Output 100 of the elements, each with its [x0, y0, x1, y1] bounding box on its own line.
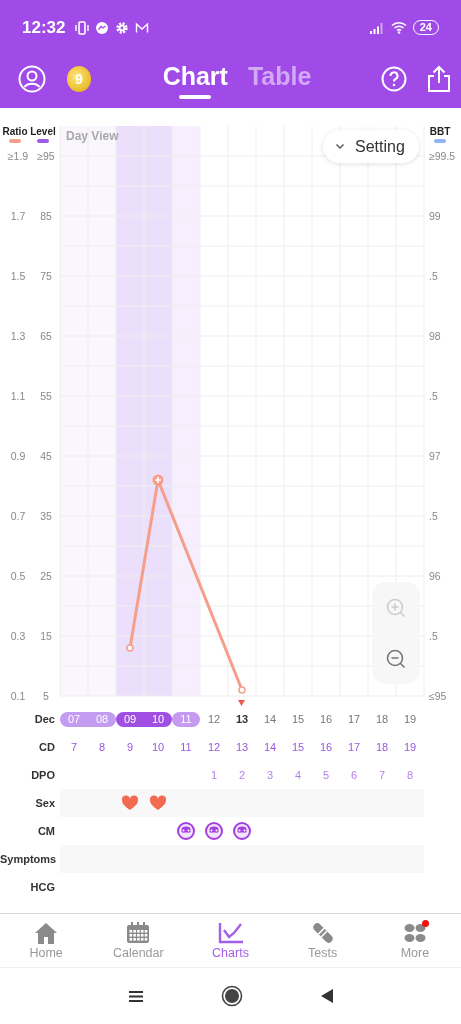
cycle-day: 12: [207, 741, 221, 753]
row-label: CM: [36, 825, 56, 837]
home-circle-icon[interactable]: [220, 985, 243, 1007]
calendar-icon: [126, 922, 151, 944]
nav-tab[interactable]: More: [368, 914, 461, 967]
back-icon[interactable]: [320, 989, 333, 1003]
axis-label: 0.5: [10, 570, 26, 582]
axis-label: 0.3: [10, 630, 26, 642]
date-label[interactable]: 11: [172, 711, 200, 727]
cycle-day: 16: [319, 741, 333, 753]
axis-label: ≤95: [429, 690, 447, 702]
axis-label: ≥99.5: [429, 150, 456, 162]
date-label[interactable]: 16: [312, 711, 340, 727]
view-tab[interactable]: Chart: [162, 58, 228, 99]
legend-label: Level: [30, 126, 56, 137]
axis-label: .5: [429, 630, 438, 642]
wifi-icon: [390, 21, 407, 34]
axis-label: 35: [40, 510, 52, 522]
date-label[interactable]: 18: [368, 711, 396, 727]
axis-label: 75: [40, 270, 52, 282]
dpo-value: 4: [294, 769, 302, 781]
axis-label: ≥1.9: [7, 150, 29, 162]
cycle-day: 7: [70, 741, 78, 753]
row-label: DPO: [30, 769, 56, 781]
cycle-day: 18: [375, 741, 389, 753]
axis-label: 1.1: [10, 390, 26, 402]
dpo-value: 7: [378, 769, 386, 781]
date-label[interactable]: 08: [88, 711, 116, 727]
chevron-icon: [335, 143, 345, 150]
axis-label: 65: [40, 330, 52, 342]
view-tab[interactable]: Table: [247, 58, 312, 99]
legend-label: Ratio: [2, 126, 28, 137]
cycle-day: 17: [347, 741, 361, 753]
axis-label: 99: [429, 210, 441, 222]
axis-label: .5: [429, 270, 438, 282]
date-label[interactable]: 19: [396, 711, 424, 727]
row-label: Symptoms: [0, 853, 58, 865]
axis-label: 1.3: [10, 330, 26, 342]
signal-icon: [368, 21, 385, 34]
dpo-value: 1: [210, 769, 218, 781]
date-label[interactable]: 09: [116, 711, 144, 727]
date-label[interactable]: 12: [200, 711, 228, 727]
axis-label: 0.9: [10, 450, 26, 462]
cycle-day: 10: [151, 741, 165, 753]
status-time: 12:32: [22, 17, 66, 38]
axis-label: 15: [40, 630, 52, 642]
today-marker: [238, 700, 245, 706]
house-icon: [34, 922, 59, 944]
axis-label: 0.1: [10, 690, 26, 702]
vibrate-icon: [75, 20, 90, 35]
date-label[interactable]: 17: [340, 711, 368, 727]
date-label[interactable]: 14: [256, 711, 284, 727]
axis-label: .5: [429, 510, 438, 522]
row-label: Dec: [33, 713, 56, 725]
axis-label: 25: [40, 570, 52, 582]
cycle-day: 9: [126, 741, 134, 753]
dpo-value: 8: [406, 769, 414, 781]
axis-label: 85: [40, 210, 52, 222]
chat-bubble-icon: [95, 20, 110, 35]
nav-tab[interactable]: Tests: [276, 914, 369, 967]
axis-label: 96: [429, 570, 441, 582]
axis-label: 5: [43, 690, 49, 702]
more-icon: [402, 922, 427, 944]
dpo-value: 5: [322, 769, 330, 781]
axis-label: 1.7: [10, 210, 26, 222]
help-icon[interactable]: [381, 65, 407, 92]
axis-label: 97: [429, 450, 441, 462]
row-label: HCG: [29, 881, 56, 893]
gear-icon: [115, 20, 130, 35]
menu-icon[interactable]: [128, 990, 143, 1002]
cycle-day: 11: [180, 741, 192, 753]
dpo-value: 2: [238, 769, 246, 781]
axis-label: 45: [40, 450, 52, 462]
row-label: CD: [38, 741, 56, 753]
cycle-day: 19: [403, 741, 417, 753]
axis-label: ≥95: [37, 150, 55, 162]
dpo-value: 6: [350, 769, 358, 781]
axis-label: 0.7: [10, 510, 26, 522]
zoom-out-icon[interactable]: [385, 647, 407, 670]
share-icon[interactable]: [427, 64, 451, 93]
setting-dropdown[interactable]: Setting: [323, 130, 419, 163]
cycle-day: 14: [263, 741, 277, 753]
dpo-value: 3: [266, 769, 274, 781]
view-label: Day View: [66, 129, 119, 143]
nav-tab[interactable]: Charts: [184, 914, 277, 967]
date-label[interactable]: 15: [284, 711, 312, 727]
cycle-day: 15: [291, 741, 305, 753]
axis-label: 55: [40, 390, 52, 402]
nav-tab[interactable]: Home: [0, 914, 93, 967]
line-chart-icon: [217, 922, 244, 944]
profile-icon[interactable]: [18, 64, 46, 93]
legend-label: BBT: [429, 126, 451, 137]
axis-label: .5: [429, 390, 438, 402]
date-label[interactable]: 10: [144, 711, 172, 727]
date-label[interactable]: 07: [60, 711, 88, 727]
date-label[interactable]: 13: [228, 711, 256, 727]
cycle-day: 13: [235, 741, 249, 753]
nav-tab[interactable]: Calendar: [92, 914, 185, 967]
mail-icon: [135, 21, 150, 34]
axis-label: 98: [429, 330, 441, 342]
